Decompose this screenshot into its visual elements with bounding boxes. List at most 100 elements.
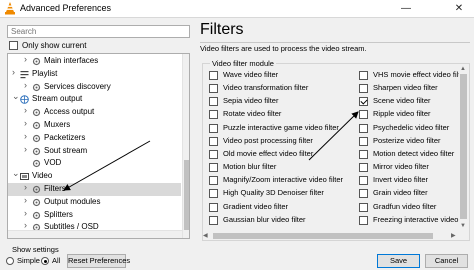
filter-option[interactable]: Gradfun video filter [359, 202, 459, 214]
filter-option[interactable]: Scene video filter [359, 96, 459, 108]
expand-arrow-icon[interactable]: › [24, 131, 27, 141]
expand-arrow-icon[interactable]: › [12, 67, 15, 77]
tree-item[interactable]: › Packetizers [8, 131, 181, 145]
window-title: Advanced Preferences [20, 3, 112, 13]
tree-item[interactable]: › Filters [8, 182, 181, 196]
filter-option[interactable]: Gradient video filter [209, 202, 339, 214]
filter-option[interactable]: Grain video filter [359, 188, 459, 200]
filter-option[interactable]: Old movie effect video filter [209, 149, 339, 161]
filter-option[interactable]: Magnify/Zoom interactive video filter [209, 175, 343, 187]
filter-checkbox[interactable] [359, 202, 368, 212]
collapse-arrow-icon[interactable]: ⌄ [12, 168, 20, 179]
scroll-down-arrow-icon[interactable]: ▼ [460, 223, 466, 229]
filters-horizontal-thumb[interactable] [213, 233, 433, 239]
filter-option[interactable]: Gaussian blur video filter [209, 215, 339, 227]
all-radio[interactable] [41, 257, 49, 265]
filter-option[interactable]: Video post processing filter [209, 136, 339, 148]
expand-arrow-icon[interactable]: › [24, 208, 27, 218]
expand-arrow-icon[interactable]: › [24, 80, 27, 90]
filter-option[interactable]: Wave video filter [209, 70, 339, 82]
search-input[interactable] [7, 25, 190, 38]
filter-checkbox[interactable] [359, 176, 368, 186]
tree-item[interactable]: › Access output [8, 105, 181, 119]
expand-arrow-icon[interactable]: › [24, 105, 27, 115]
filter-checkbox[interactable] [209, 189, 218, 199]
only-show-current-checkbox[interactable] [9, 41, 18, 50]
filter-checkbox[interactable] [209, 176, 218, 186]
filter-checkbox[interactable] [359, 71, 368, 80]
expand-arrow-icon[interactable]: › [24, 195, 27, 205]
scroll-up-arrow-icon[interactable]: ▲ [460, 66, 466, 72]
tree-item[interactable]: › Playlist [8, 67, 181, 81]
filter-checkbox[interactable] [359, 163, 368, 173]
filter-checkbox[interactable] [359, 84, 368, 94]
filter-checkbox[interactable] [359, 136, 368, 146]
filter-checkbox[interactable] [209, 71, 218, 80]
filter-checkbox[interactable] [359, 110, 368, 120]
filter-option[interactable]: Puzzle interactive game video filter [209, 123, 339, 135]
scroll-right-arrow-icon[interactable]: ▶ [451, 232, 456, 239]
filter-checkbox[interactable] [209, 110, 218, 120]
expand-arrow-icon[interactable]: › [24, 182, 27, 192]
filter-checkbox[interactable] [209, 84, 218, 94]
close-button[interactable]: ✕ [444, 0, 474, 18]
filters-vertical-scrollbar[interactable]: ▲ ▼ [459, 66, 468, 231]
expand-arrow-icon[interactable]: › [24, 54, 27, 64]
cancel-button[interactable]: Cancel [425, 254, 468, 268]
filter-option[interactable]: Video transformation filter [209, 83, 339, 95]
filter-checkbox[interactable] [209, 149, 218, 159]
filter-option[interactable]: VHS movie effect video filter [359, 70, 459, 82]
filter-option[interactable]: Ripple video filter [359, 109, 459, 121]
filter-option[interactable]: Posterize video filter [359, 136, 459, 148]
scroll-left-arrow-icon[interactable]: ◀ [203, 232, 208, 239]
filter-option[interactable]: Invert video filter [359, 175, 459, 187]
expand-arrow-icon[interactable]: › [24, 220, 27, 230]
preferences-tree[interactable]: › Main interfaces › Playlist › Services disco… [7, 53, 190, 239]
tree-horizontal-scrollbar[interactable] [8, 230, 182, 238]
filter-option[interactable]: Sepia video filter [209, 96, 339, 108]
simple-radio[interactable] [6, 257, 14, 265]
tree-item[interactable]: › Sout stream [8, 144, 181, 158]
filter-label: Mirror video filter [373, 162, 429, 172]
filter-option[interactable]: High Quality 3D Denoiser filter [209, 188, 339, 200]
filter-checkbox[interactable] [209, 136, 218, 146]
expand-arrow-icon[interactable]: › [24, 144, 27, 154]
filter-checkbox[interactable] [209, 202, 218, 212]
filter-option[interactable]: Motion detect video filter [359, 149, 459, 161]
tree-item[interactable]: › Muxers [8, 118, 181, 132]
save-button[interactable]: Save [377, 254, 420, 268]
filter-option[interactable]: Motion blur filter [209, 162, 339, 174]
filters-horizontal-scrollbar[interactable]: ◀ ▶ [203, 232, 459, 240]
filter-label: Invert video filter [373, 175, 429, 185]
tree-item[interactable]: › Output modules [8, 195, 181, 209]
tree-item[interactable]: › Splitters [8, 208, 181, 222]
filter-checkbox[interactable] [359, 97, 368, 107]
filter-option[interactable]: Sharpen video filter [359, 83, 459, 95]
tree-item[interactable]: ⌄ Video [8, 168, 181, 183]
filter-checkbox[interactable] [209, 163, 218, 173]
collapse-arrow-icon[interactable]: ⌄ [12, 91, 20, 102]
filter-option[interactable]: Freezing interactive video filter [359, 215, 459, 227]
tree-scroll-thumb[interactable] [184, 160, 189, 230]
filter-checkbox[interactable] [359, 215, 368, 225]
filter-option[interactable]: Mirror video filter [359, 162, 459, 174]
filters-vertical-thumb[interactable] [460, 74, 467, 219]
reset-preferences-button[interactable]: Reset Preferences [67, 254, 130, 268]
expand-arrow-icon[interactable]: › [24, 118, 27, 128]
filter-option[interactable]: Psychedelic video filter [359, 123, 459, 135]
tree-item[interactable]: VOD [8, 157, 181, 170]
filter-checkbox[interactable] [209, 215, 218, 225]
filter-label: Scene video filter [373, 96, 431, 106]
tree-item[interactable]: ⌄ Stream output [8, 91, 181, 106]
tree-item[interactable]: › Services discovery [8, 80, 181, 94]
filter-checkbox[interactable] [359, 189, 368, 199]
vlc-cone-icon [5, 2, 15, 15]
filter-checkbox[interactable] [209, 97, 218, 107]
tree-vertical-scrollbar[interactable] [182, 54, 189, 238]
filter-checkbox[interactable] [359, 149, 368, 159]
filter-option[interactable]: Rotate video filter [209, 109, 339, 121]
tree-item[interactable]: › Main interfaces [8, 54, 181, 68]
filter-checkbox[interactable] [359, 123, 368, 133]
minimize-button[interactable]: — [391, 0, 421, 18]
filter-checkbox[interactable] [209, 123, 218, 133]
